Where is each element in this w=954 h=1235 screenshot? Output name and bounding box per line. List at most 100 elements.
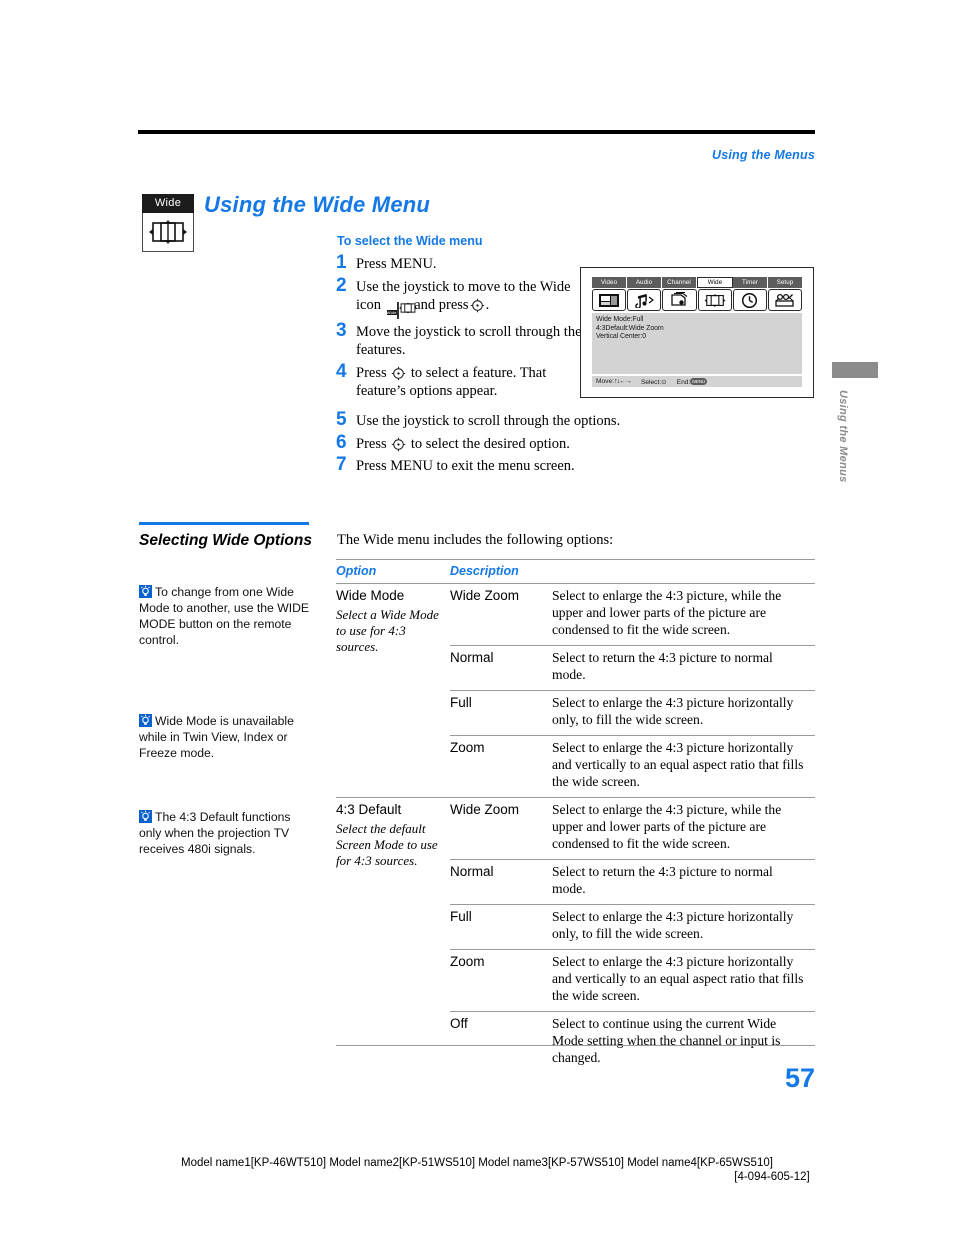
procedure-steps: 1 Press MENU. 2 Use the joystick to move… [336, 253, 620, 478]
osd-end-hint: End: MENU [676, 377, 708, 386]
option-value: Normal [450, 644, 552, 691]
step-2: 2 Use the joystick to move to the Wide i… [336, 274, 586, 320]
osd-tab-wide[interactable]: Wide [697, 277, 733, 288]
joystick-press-icon [392, 366, 406, 381]
wide-screen-icon [149, 220, 187, 244]
osd-tab-setup[interactable]: Setup [768, 277, 802, 288]
step-text: Press MENU. [356, 256, 437, 272]
option-description: Select to enlarge the 4:3 picture horizo… [552, 948, 815, 1012]
option-description: Select to return the 4:3 picture to norm… [552, 644, 815, 691]
table-header-row: Option Description [336, 559, 815, 584]
wide-marker-label: Wide [142, 194, 194, 213]
step-text-after: . [485, 296, 490, 313]
chapter-thumb-block [832, 362, 878, 378]
step-number: 5 [336, 408, 347, 430]
audio-note-icon[interactable] [627, 289, 662, 311]
tip-bulb-icon [139, 585, 152, 598]
video-icon[interactable] [592, 289, 627, 311]
step-text: Move the joystick to scroll through the … [356, 324, 582, 359]
step-text-after: to select the desired option. [410, 435, 570, 452]
osd-move-hint: Move:↑↓←→ [596, 378, 632, 385]
osd-icon-row [592, 289, 803, 311]
wide-marker-body [142, 213, 194, 252]
step-text: Press to select a feature. That feature’… [356, 362, 586, 401]
option-description: Select to enlarge the 4:3 picture horizo… [552, 903, 815, 950]
option-description: Select to enlarge the 4:3 picture horizo… [552, 734, 815, 798]
step-number: 4 [336, 361, 347, 383]
step-4: 4 Press to select a feature. That featur… [336, 362, 586, 401]
option-description: Select to enlarge the 4:3 picture, while… [552, 796, 815, 860]
column-header-option: Option [336, 559, 450, 584]
osd-tab-audio[interactable]: Audio [627, 277, 662, 288]
option-description: Select to continue using the current Wid… [552, 1010, 815, 1073]
manual-page: Using the Menus Wide Using the Wide Menu… [0, 0, 954, 1235]
option-value: Zoom [450, 948, 552, 1012]
step-number: 2 [336, 274, 347, 296]
step-text-mid: and press [414, 296, 469, 313]
channel-cards-icon[interactable] [662, 289, 697, 311]
table-bottom-rule [336, 1045, 815, 1046]
running-head: Using the Menus [711, 148, 815, 162]
joystick-press-icon: ⊙ [661, 378, 667, 386]
clock-icon[interactable] [732, 289, 767, 311]
setup-tools-icon[interactable] [767, 289, 803, 311]
step-3: 3 Move the joystick to scroll through th… [336, 321, 586, 360]
arrow-keys-icon: ↑↓←→ [613, 378, 632, 385]
joystick-press-icon [392, 437, 406, 451]
wide-screen-icon[interactable] [697, 289, 732, 311]
tip-note-text: The 4:3 Default functions only when the … [139, 810, 291, 856]
option-value: Normal [450, 858, 552, 905]
osd-tab-timer[interactable]: Timer [733, 277, 768, 288]
column-header-description: Description [450, 559, 815, 584]
joystick-press-icon [470, 298, 484, 312]
osd-settings-list: Wide Mode:Full 4:3Default:Wide Zoom Vert… [592, 313, 802, 374]
osd: Video Audio Channel Wide Timer Setup Wid… [592, 277, 803, 388]
footer-model-names: Model name1[KP-46WT510] Model name2[KP-5… [181, 1157, 773, 1169]
step-number: 6 [336, 431, 347, 453]
table-row: 4:3 Default Select the default Screen Mo… [336, 796, 815, 1073]
option-description: Select to return the 4:3 picture to norm… [552, 858, 815, 905]
table-row: Wide Mode Select a Wide Mode to use for … [336, 584, 815, 654]
osd-setting-vertical-center[interactable]: Vertical Center:0 [596, 333, 798, 342]
table-intro: The Wide menu includes the following opt… [337, 532, 614, 548]
option-value: Full [450, 903, 552, 950]
tip-note-1: To change from one Wide Mode to another,… [139, 585, 311, 649]
step-text-before: Press [356, 365, 387, 382]
osd-tab-channel[interactable]: Channel [662, 277, 697, 288]
option-cell-wide-mode: Wide Mode Select a Wide Mode to use for … [336, 584, 450, 798]
chapter-thumb-label: Using the Menus [837, 390, 849, 483]
option-subtext: Select a Wide Mode to use for 4:3 source… [336, 607, 439, 655]
osd-tab-video[interactable]: Video [592, 277, 627, 288]
tip-note-3: The 4:3 Default functions only when the … [139, 810, 311, 858]
osd-setting-43-default[interactable]: 4:3Default:Wide Zoom [596, 325, 798, 334]
option-name: 4:3 Default [336, 801, 402, 817]
page-footer: Model name1[KP-46WT510] Model name2[KP-5… [0, 1157, 954, 1183]
step-6: 6 Press to select the desired option. [336, 431, 586, 454]
osd-setting-wide-mode[interactable]: Wide Mode:Full [596, 316, 798, 325]
step-text: Press to select the desired option. [356, 433, 570, 454]
tip-note-text: To change from one Wide Mode to another,… [139, 585, 310, 647]
step-number: 7 [336, 454, 347, 476]
option-description: Select to enlarge the 4:3 picture horizo… [552, 689, 815, 736]
osd-footer-hints: Move:↑↓←→ Select:⊙ End: MENU [592, 376, 802, 387]
option-name: Wide Mode [336, 588, 405, 603]
step-text: Press MENU to exit the menu screen. [356, 458, 575, 475]
wide-glyph-icon [398, 302, 417, 314]
inline-wide-label: Wide [386, 309, 397, 315]
option-value: Wide Zoom [450, 588, 520, 603]
procedure-heading: To select the Wide menu [337, 234, 483, 248]
tip-note-text: Wide Mode is unavailable while in Twin V… [139, 714, 294, 760]
tip-bulb-icon [139, 810, 152, 823]
step-5: 5 Use the joystick to scroll through the… [336, 408, 620, 431]
header-rule [138, 130, 815, 134]
footer-document-number: [4-094-605-12] [734, 1171, 810, 1183]
step-number: 1 [336, 252, 347, 273]
step-7: 7 Press MENU to exit the menu screen. [336, 455, 586, 476]
step-1: 1 Press MENU. [336, 253, 586, 274]
page-number: 57 [784, 1063, 815, 1093]
osd-select-hint: Select:⊙ [640, 378, 667, 386]
section-heading: Selecting Wide Options [139, 532, 312, 549]
tip-bulb-icon [139, 714, 152, 727]
option-subtext: Select the default Screen Mode to use fo… [336, 821, 438, 869]
wide-options-table: Option Description Wide Mode Select a Wi… [336, 559, 815, 1073]
